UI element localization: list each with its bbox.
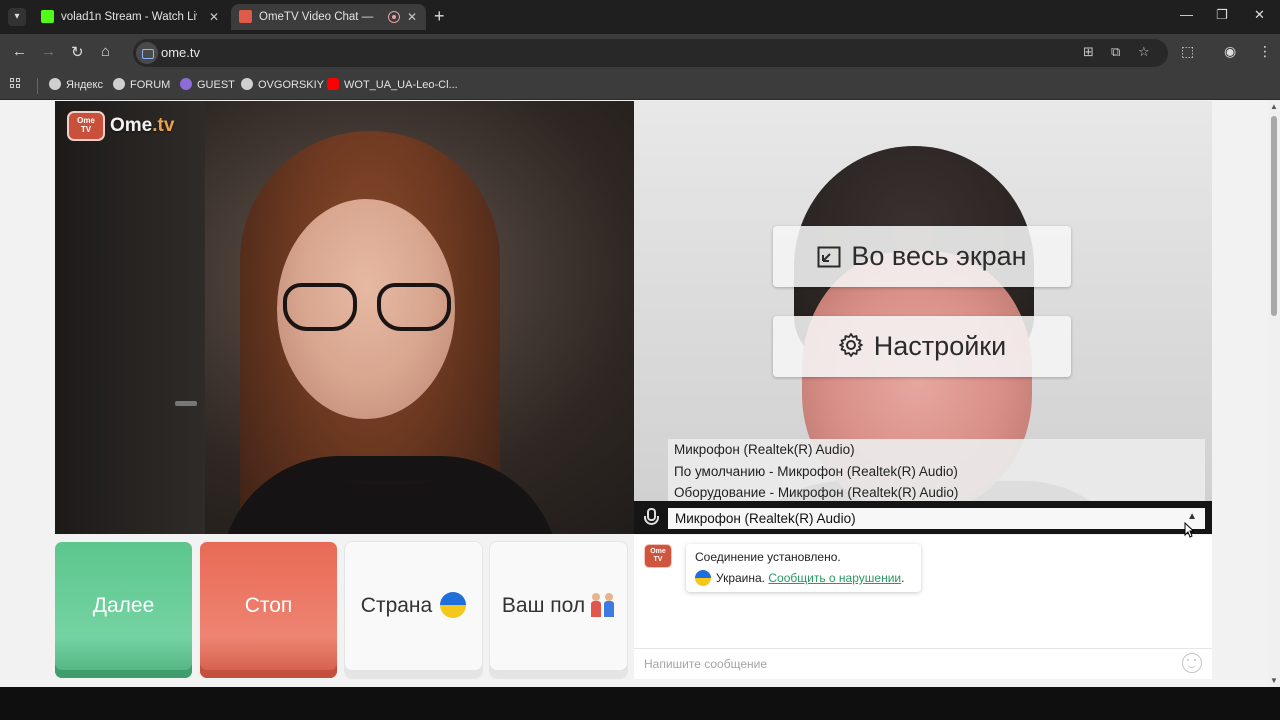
tab-close-icon[interactable]: ✕ [209,4,219,30]
bookmarks-divider [37,78,38,94]
fullscreen-icon [817,246,841,268]
page-scrollbar[interactable]: ▲ ▼ [1268,100,1280,687]
tab-title: volad1n Stream - Watch Live on [61,11,197,23]
youtube-icon [327,78,339,90]
bookmark-label: GUEST [197,79,235,91]
logo-badge-text: Ome TV [77,116,95,134]
choker-necklace [345,473,435,485]
microphone-icon [643,508,659,528]
translate-icon[interactable]: ⊞ [1083,44,1094,60]
settings-button[interactable]: Настройки [773,316,1071,377]
new-tab-button[interactable]: + [434,6,445,27]
logo-text: Ome.tv [110,115,174,137]
bookmarks-bar: Яндекс FORUM GUEST OVGORSKIY WOT_UA_UA-L… [0,72,1280,100]
bottom-black-bar [0,687,1280,720]
globe-icon [113,78,125,90]
scroll-down-icon[interactable]: ▼ [1270,676,1278,685]
message-placeholder: Напишите сообщение [644,657,768,671]
close-window-button[interactable]: ✕ [1254,7,1265,23]
report-suffix: . [901,571,905,585]
bookmark-yandex[interactable]: Яндекс [49,78,103,91]
connection-status: Соединение установлено. [695,550,841,564]
gender-button[interactable]: Ваш пол [490,542,627,678]
tab-strip: ▾ volad1n Stream - Watch Live on ✕ OmeTV… [0,0,1280,34]
bookmark-label: Яндекс [66,79,103,91]
settings-label: Настройки [873,331,1007,361]
country-label: Страна [360,594,433,617]
local-video [55,101,634,534]
bookmark-label: FORUM [130,79,171,91]
kick-favicon-icon [41,10,54,23]
fullscreen-label: Во весь экран [851,241,1027,271]
globe-icon [49,78,61,90]
ukraine-flag-icon [695,570,711,586]
stop-button[interactable]: Стоп [200,542,337,678]
globe-icon [241,78,253,90]
forward-arrow-icon[interactable]: → [41,43,56,60]
tab-ometv[interactable]: OmeTV Video Chat — Ome ✕ [231,4,426,30]
video-background-door [55,101,205,534]
bookmark-label: OVGORSKIY [258,79,325,91]
extensions-icon[interactable]: ⬚ [1181,43,1194,60]
mic-selected-value: Микрофон (Realtek(R) Audio) [675,511,856,526]
chat-badge-text: Ome TV [650,548,666,563]
maximize-button[interactable]: ❐ [1216,7,1228,23]
logo-text-main: Ome [110,115,153,136]
bookmark-label: WOT_UA_UA-Leo-Cl... [344,79,458,91]
ometv-favicon-icon [239,10,252,23]
bookmark-ovgorskiy[interactable]: OVGORSKIY [241,78,324,91]
menu-icon[interactable]: ⋮ [1258,43,1272,60]
reload-icon[interactable]: ↻ [71,43,84,61]
country-line: Украина. Сообщить о нарушении. [695,570,904,586]
home-icon[interactable]: ⌂ [101,43,110,60]
system-message: Соединение установлено. Украина. Сообщит… [686,544,921,592]
address-bar[interactable]: ome.tv ⊞ ⧉ ☆ [133,39,1168,67]
ometv-chat-icon: Ome TV [644,544,672,568]
chat-panel: Ome TV Соединение установлено. Украина. … [634,535,1212,679]
mouse-cursor-icon [1184,522,1194,538]
microphone-dropdown-list: Микрофон (Realtek(R) Audio) По умолчанию… [668,439,1205,505]
bookmark-wot[interactable]: WOT_UA_UA-Leo-Cl... [327,78,458,91]
microphone-select[interactable]: Микрофон (Realtek(R) Audio) ▲ [668,508,1205,529]
stranger-video: Во весь экран Настройки Микрофон (Realte… [634,101,1212,534]
mic-option[interactable]: Микрофон (Realtek(R) Audio) [668,439,1205,461]
ukraine-flag-icon [440,592,467,618]
bookmark-star-icon[interactable]: ☆ [1138,44,1150,60]
recording-icon [388,11,400,23]
report-link[interactable]: Сообщить о нарушении [768,571,901,585]
browser-toolbar: ← → ↻ ⌂ ome.tv ⊞ ⧉ ☆ ⬚ ◉ ⋮ [0,34,1280,72]
fullscreen-button[interactable]: Во весь экран [773,226,1071,287]
tab-close-icon[interactable]: ✕ [407,4,417,30]
message-input[interactable]: Напишите сообщение [634,648,1212,679]
partner-country: Украина. [716,571,766,585]
site-info-icon[interactable] [136,42,158,64]
back-arrow-icon[interactable]: ← [12,43,27,60]
tab-search-button[interactable]: ▾ [8,8,26,26]
scroll-up-icon[interactable]: ▲ [1270,102,1278,111]
tab-kick-stream[interactable]: volad1n Stream - Watch Live on ✕ [33,4,228,30]
door-handle [175,401,197,406]
microphone-bar: Микрофон (Realtek(R) Audio) ▲ [634,501,1212,534]
country-button[interactable]: Страна [345,542,482,678]
minimize-button[interactable]: — [1180,7,1193,22]
next-button[interactable]: Далее [55,542,192,678]
couple-icon [591,593,615,617]
gender-label: Ваш пол [501,594,586,617]
tab-title: OmeTV Video Chat — Ome [259,11,377,23]
bookmark-forum[interactable]: FORUM [113,78,170,91]
guest-icon [180,78,192,90]
cast-icon[interactable]: ⧉ [1111,44,1120,60]
logo-tv-icon: Ome TV [67,111,105,141]
url-text: ome.tv [161,45,201,60]
mic-option[interactable]: По умолчанию - Микрофон (Realtek(R) Audi… [668,461,1205,483]
profile-icon[interactable]: ◉ [1224,43,1236,60]
glasses [283,283,451,333]
scrollbar-thumb[interactable] [1271,116,1277,316]
logo-text-suffix: .tv [152,115,175,136]
emoji-icon[interactable] [1182,653,1202,673]
gear-icon [838,333,863,357]
bookmark-guest[interactable]: GUEST [180,78,235,91]
apps-grid-icon[interactable] [10,78,22,90]
